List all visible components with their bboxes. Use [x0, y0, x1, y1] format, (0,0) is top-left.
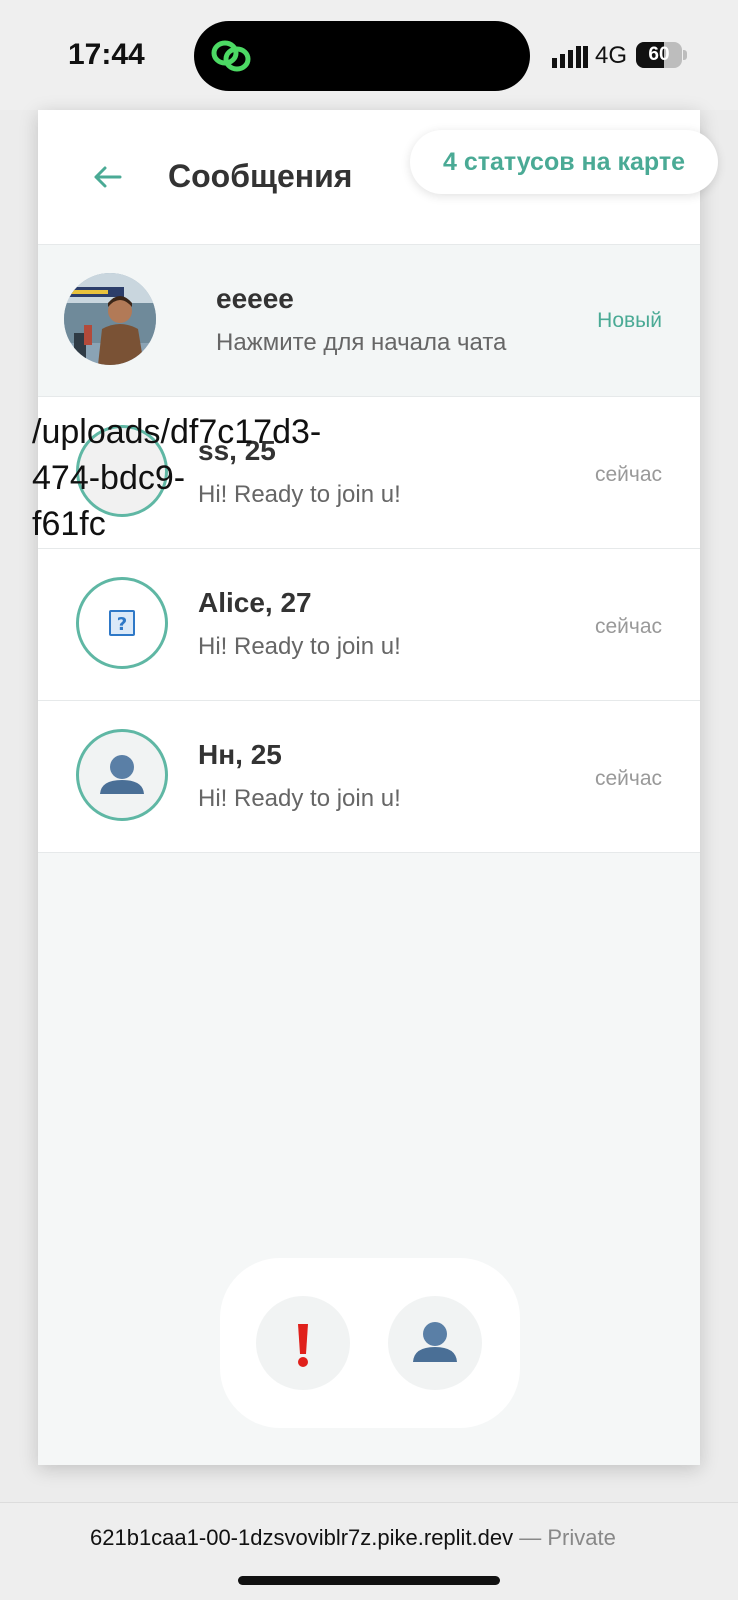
link-logo-icon	[211, 40, 251, 72]
chat-time: сейчас	[594, 615, 662, 638]
chat-preview: Hi! Ready to join u!	[198, 633, 401, 660]
new-badge: Новый	[597, 309, 662, 332]
home-indicator[interactable]	[238, 1576, 500, 1585]
profile-button[interactable]	[388, 1296, 482, 1390]
clock: 17:44	[68, 38, 145, 71]
chat-preview: Hi! Ready to join u!	[198, 785, 401, 812]
url-text: 621b1caa1-00-1dzsvoviblr7z.pike.replit.d…	[90, 1525, 616, 1551]
bottom-nav	[220, 1258, 520, 1428]
question-mark-icon: ?	[109, 610, 135, 636]
person-silhouette-icon	[100, 755, 144, 794]
chat-item[interactable]: ? Alice, 27 Hi! Ready to join u! сейчас	[38, 549, 700, 701]
network-label: 4G	[595, 42, 628, 69]
svg-text:?: ?	[117, 614, 127, 635]
private-label: — Private	[513, 1525, 616, 1550]
page-title: Сообщения	[168, 158, 353, 194]
broken-image-alt-text: /uploads/df7c17d3- 474-bdc9- f61fc	[32, 413, 322, 543]
url: 621b1caa1-00-1dzsvoviblr7z.pike.replit.d…	[90, 1525, 514, 1550]
chat-preview: Нажмите для начала чата	[216, 329, 507, 356]
chat-time: сейчас	[594, 463, 662, 486]
chat-item[interactable]: eeeee Нажмите для начала чата Новый	[38, 245, 700, 397]
battery-tip	[683, 50, 687, 60]
exclamation-icon	[298, 1324, 308, 1367]
avatar	[76, 729, 168, 821]
avatar: ?	[76, 577, 168, 669]
chat-time: сейчас	[594, 767, 662, 790]
person-icon	[413, 1322, 457, 1362]
arrow-left-icon[interactable]	[90, 160, 124, 194]
avatar	[64, 273, 156, 365]
map-statuses-button[interactable]: 4 статусов на карте	[410, 130, 718, 194]
battery-percent: 60	[648, 44, 670, 65]
status-bar: 17:44 4G 60	[0, 0, 738, 110]
chat-item[interactable]: Нн, 25 Hi! Ready to join u! сейчас	[38, 701, 700, 853]
messages-screen: Сообщения eeeee Нажмите для начала чата …	[32, 110, 700, 1465]
chat-name: Alice, 27	[198, 587, 312, 618]
chat-item[interactable]: /uploads/df7c17d3- 474-bdc9- f61fc ss, 2…	[32, 397, 700, 549]
photo-avatar	[64, 273, 156, 365]
signal-icon	[552, 46, 588, 68]
chat-name: eeeee	[216, 283, 294, 314]
chat-name: Нн, 25	[198, 739, 282, 770]
dynamic-island	[194, 21, 530, 91]
browser-url-bar[interactable]: 621b1caa1-00-1dzsvoviblr7z.pike.replit.d…	[0, 1502, 738, 1600]
battery-icon: 60	[636, 42, 682, 68]
alert-button[interactable]	[256, 1296, 350, 1390]
